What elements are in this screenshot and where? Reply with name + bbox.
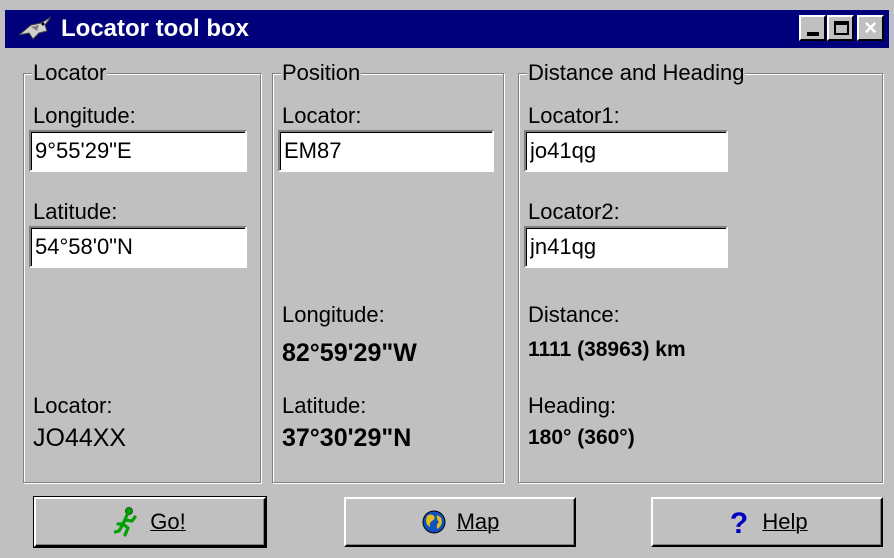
result-locator-label: Locator: (33, 393, 113, 418)
close-button[interactable]: × (857, 15, 884, 41)
swordfish-icon (18, 16, 52, 40)
help-button[interactable]: ? Help (651, 497, 883, 547)
distance-heading-group-legend: Distance and Heading (527, 60, 746, 86)
map-button-label: Map (456, 509, 500, 534)
map-button[interactable]: Map (344, 497, 576, 547)
svg-text:?: ? (730, 507, 748, 537)
minimize-button[interactable] (799, 15, 826, 41)
result-locator-value: JO44XX (33, 424, 127, 452)
locator2-input[interactable] (524, 226, 728, 268)
maximize-icon (834, 21, 849, 35)
help-button-label: Help (762, 509, 808, 534)
position-latitude-label: Latitude: (282, 393, 367, 418)
longitude-input[interactable] (29, 130, 247, 172)
locator-group-legend: Locator (32, 60, 108, 86)
locator1-label: Locator1: (528, 103, 620, 128)
heading-label: Heading: (528, 393, 617, 418)
title-bar[interactable]: Locator tool box × (5, 10, 889, 48)
position-group-legend: Position (281, 60, 362, 86)
heading-value: 180° (360°) (528, 426, 635, 449)
window-title: Locator tool box (61, 15, 249, 42)
maximize-button[interactable] (827, 15, 854, 41)
latitude-label: Latitude: (33, 199, 118, 224)
longitude-label: Longitude: (33, 103, 136, 128)
question-mark-icon: ? (730, 507, 748, 537)
distance-value: 1111 (38963) km (528, 338, 686, 361)
locator1-input[interactable] (524, 130, 728, 172)
distance-label: Distance: (528, 302, 620, 327)
running-man-icon (114, 507, 137, 537)
position-latitude-value: 37°30'29"N (282, 424, 412, 452)
latitude-input[interactable] (29, 226, 247, 268)
close-icon: × (864, 15, 877, 40)
minimize-icon (807, 32, 819, 36)
position-longitude-label: Longitude: (282, 302, 385, 327)
globe-icon (422, 510, 446, 534)
position-locator-label: Locator: (282, 103, 362, 128)
go-button-label: Go! (150, 509, 186, 534)
go-button[interactable]: Go! (33, 496, 267, 548)
position-longitude-value: 82°59'29"W (282, 339, 417, 367)
locator2-label: Locator2: (528, 199, 620, 224)
position-locator-input[interactable] (278, 130, 494, 172)
locator-tool-box-window: Locator tool box × Locator Longitude: La… (0, 0, 894, 558)
